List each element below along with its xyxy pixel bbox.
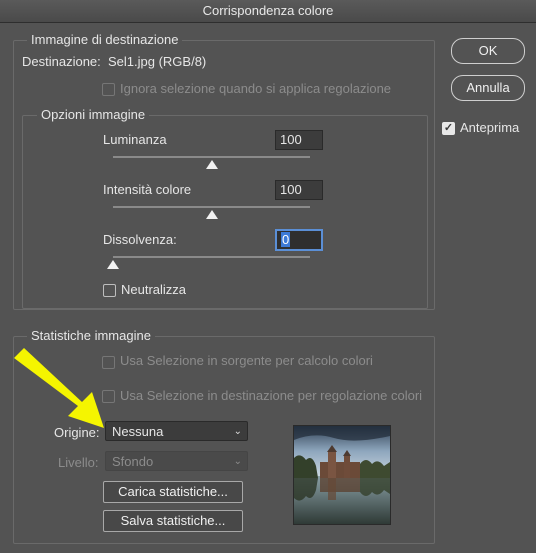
- color-intensity-label: Intensità colore: [103, 182, 192, 197]
- layer-select-value: Sfondo: [112, 454, 154, 469]
- ignore-selection-checkbox[interactable]: [102, 83, 115, 96]
- color-intensity-input[interactable]: 100: [275, 180, 323, 200]
- image-options-group: [22, 115, 428, 309]
- preview-label: Anteprima: [460, 120, 520, 135]
- source-select[interactable]: Nessuna ⌄: [105, 421, 248, 441]
- ok-button[interactable]: OK: [451, 38, 525, 64]
- use-target-selection-label: Usa Selezione in destinazione per regola…: [120, 388, 423, 403]
- layer-label: Livello:: [58, 455, 99, 470]
- luminance-slider-thumb[interactable]: [205, 160, 218, 169]
- neutralize-checkbox[interactable]: [103, 284, 116, 297]
- chevron-down-icon: ⌄: [233, 456, 242, 467]
- layer-select[interactable]: Sfondo ⌄: [105, 451, 248, 471]
- image-options-legend: Opzioni immagine: [37, 107, 150, 123]
- fade-slider-track[interactable]: [113, 256, 310, 258]
- destination-group-legend: Immagine di destinazione: [27, 32, 183, 48]
- luminance-slider-track[interactable]: [113, 156, 310, 158]
- luminance-input[interactable]: 100: [275, 130, 323, 150]
- source-image-thumbnail: [293, 425, 391, 525]
- fade-label: Dissolvenza:: [103, 232, 177, 247]
- yellow-arrow-annotation: [14, 348, 104, 428]
- destination-label: Destinazione:: [22, 54, 101, 69]
- luminance-label: Luminanza: [103, 132, 167, 147]
- color-intensity-slider-thumb[interactable]: [205, 210, 218, 219]
- window-title: Corrispondenza colore: [0, 0, 536, 23]
- source-select-value: Nessuna: [112, 424, 164, 439]
- save-statistics-button[interactable]: Salva statistiche...: [103, 510, 243, 532]
- load-statistics-button[interactable]: Carica statistiche...: [103, 481, 243, 503]
- destination-value: Sel1.jpg (RGB/8): [108, 54, 207, 69]
- use-source-selection-label: Usa Selezione in sorgente per calcolo co…: [120, 353, 373, 368]
- neutralize-label: Neutralizza: [121, 282, 187, 297]
- color-intensity-slider-track[interactable]: [113, 206, 310, 208]
- fade-input[interactable]: 0: [275, 229, 323, 251]
- image-statistics-legend: Statistiche immagine: [27, 328, 155, 344]
- ignore-selection-label: Ignora selezione quando si applica regol…: [120, 81, 392, 96]
- preview-checkbox[interactable]: ✓: [442, 122, 455, 135]
- fade-slider-thumb[interactable]: [107, 260, 119, 269]
- chevron-down-icon: ⌄: [233, 426, 242, 437]
- cancel-button[interactable]: Annulla: [451, 75, 525, 101]
